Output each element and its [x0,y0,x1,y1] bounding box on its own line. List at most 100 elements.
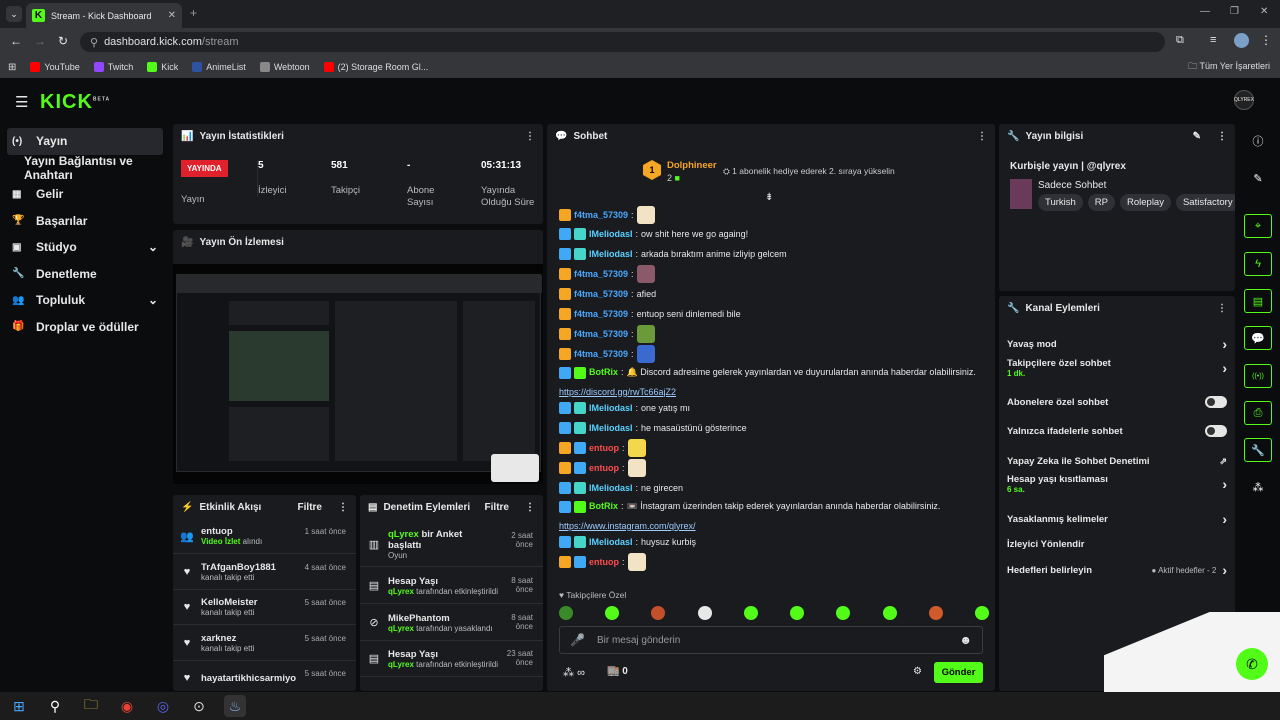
reload-icon[interactable]: ↻ [58,34,68,48]
toggle-switch[interactable] [1205,396,1227,408]
chat-message[interactable]: IMeliodasI: arkada bıraktım anime izliyip… [547,244,995,264]
info-menu-icon[interactable]: ⋮ [1217,131,1227,142]
support-chat-icon[interactable]: ✆ [1236,648,1268,680]
chat-username[interactable]: f4tma_57309 [574,309,628,319]
chat-message[interactable]: IMeliodasI: ow shit here we go againg! [547,224,995,244]
minimize-button[interactable]: — [1200,6,1210,17]
send-button[interactable]: Gönder [934,662,983,683]
obs-icon[interactable]: ⊙ [188,695,210,717]
moderation-item[interactable]: ▤ Hesap Yaşı qLyrex tarafından etkinleşti… [360,568,543,604]
bookmark-item[interactable]: (2) Storage Room Gl... [323,62,428,72]
wrench-icon[interactable]: 🔧 [1244,438,1272,462]
channel-action-row[interactable]: Yapay Zeka ile Sohbet Denetimi ⇗ [999,451,1235,471]
tag-pill[interactable]: RP [1087,194,1115,211]
chat-message[interactable]: IMeliodasI: one yatış mı [547,398,995,418]
chat-message[interactable]: entuop: [547,458,995,478]
steam-icon[interactable]: ♨ [224,695,246,717]
tag-pill[interactable]: Roleplay [1120,194,1171,211]
maximize-button[interactable]: ❐ [1230,6,1239,17]
chrome-icon[interactable]: ◉ [116,695,138,717]
quick-emote-icon[interactable] [790,606,805,620]
chat-message[interactable]: IMeliodasI: he masaüstünü gösterince [547,418,995,438]
chat-username[interactable]: f4tma_57309 [574,289,628,299]
activity-filter-button[interactable]: Filtre [298,502,322,513]
sidebar-item[interactable]: 👥 Topluluk ⌄ [0,287,170,314]
channel-action-row[interactable]: Yasaklanmış kelimeler › [999,509,1235,529]
sidebar-item[interactable]: ▣ Stüdyo ⌄ [0,234,170,261]
sidebar-item[interactable]: 🏆 Başarılar [0,208,170,235]
chat-message[interactable]: BotRix: 📼 İnstagram üzerinden takip edere… [547,498,995,532]
tab-close-icon[interactable]: ✕ [168,10,176,21]
bookmark-item[interactable]: Twitch [93,62,133,72]
profile-avatar[interactable] [1234,33,1249,48]
channel-action-row[interactable]: Hedefleri belirleyin ● Aktif hedefler - 2… [999,560,1235,580]
channel-action-row[interactable]: Hesap yaşı kısıtlaması 6 sa. › [999,474,1235,494]
doc-icon[interactable]: ▤ [1244,289,1272,313]
chat-username[interactable]: BotRix [589,367,618,377]
chat-username[interactable]: IMeliodasI [589,403,633,413]
chat-username[interactable]: IMeliodasI [589,249,633,259]
channel-action-row[interactable]: Yalnızca ifadelerle sohbet [999,421,1235,441]
bookmark-item[interactable]: YouTube [30,62,80,72]
chat-link[interactable]: https://discord.gg/rwTc66ajZ2 [559,387,995,397]
quick-emote-icon[interactable] [836,606,851,620]
stats-menu-icon[interactable]: ⋮ [525,131,535,142]
bookmark-item[interactable]: AnimeList [192,62,246,72]
chat-message[interactable]: BotRix: 🔔 Discord adresime gelerek yayınl… [547,364,995,398]
quick-emote-icon[interactable] [974,606,989,620]
chat-username[interactable]: IMeliodasI [589,537,633,547]
chat-message[interactable]: f4tma_57309: afied [547,284,995,304]
preview-video[interactable] [173,264,543,484]
chat-link[interactable]: https://www.instagram.com/qlyrex/ [559,521,995,531]
chat-menu-icon[interactable]: ⋮ [977,131,987,142]
channel-action-row[interactable]: Abonelere özel sohbet [999,392,1235,412]
kick-logo[interactable]: KICKBETA [40,91,110,114]
collapse-pinned-icon[interactable]: ⇟ [765,192,773,203]
edit-icon[interactable]: ✎ [1244,166,1272,190]
activity-item[interactable]: 👥 entuop Video İzlet alındı 1 saat önce [173,519,356,554]
activity-item[interactable]: ♥ xarknez kanalı takip etti 5 saat önce [173,626,356,661]
points-display[interactable]: ⁂ ∞ [563,666,585,679]
apps-icon[interactable]: ⊞ [8,62,16,73]
bookmark-item[interactable]: Kick [147,62,178,72]
channel-actions-menu-icon[interactable]: ⋮ [1217,303,1227,314]
microphone-icon[interactable]: 🎤 [570,633,585,647]
sidebar-item[interactable]: 🎁 Droplar ve ödüller [0,314,170,341]
activity-item[interactable]: ♥ KelloMeister kanalı takip etti 5 saat ön… [173,590,356,625]
chat-message[interactable]: f4tma_57309: [547,264,995,284]
scan-icon[interactable]: ⌖ [1244,214,1272,238]
new-tab-button[interactable]: + [190,6,197,20]
bookmark-item[interactable]: Webtoon [259,62,310,72]
forward-icon[interactable]: → [34,34,46,48]
close-window-button[interactable]: ✕ [1260,6,1268,17]
moderation-item[interactable]: ▤ Hesap Yaşı qLyrex tarafından etkinleşti… [360,641,543,677]
chat-message[interactable]: IMeliodasI: huysuz kurbiş [547,532,995,552]
sidebar-item[interactable]: 🔧 Denetleme [0,261,170,288]
chat-username[interactable]: entuop [589,443,619,453]
channel-action-row[interactable]: Takipçilere özel sohbet 1 dk. › [999,358,1235,378]
chat-username[interactable]: IMeliodasI [589,229,633,239]
quick-emote-icon[interactable] [697,606,712,620]
quick-emote-icon[interactable] [559,606,573,620]
reading-list-icon[interactable]: ≡ [1210,34,1216,46]
back-icon[interactable]: ← [10,34,22,48]
chat-username[interactable]: f4tma_57309 [574,329,628,339]
windows-icon[interactable]: ⊞ [8,695,30,717]
edit-icon[interactable]: ✎ [1193,131,1201,142]
printer-icon[interactable]: ⎙ [1244,401,1272,425]
chat-username[interactable]: f4tma_57309 [574,269,628,279]
search-icon[interactable]: ⚲ [44,695,66,717]
chat-message[interactable]: entuop: [547,438,995,458]
all-bookmarks[interactable]: 🗀 Tüm Yer İşaretleri [1188,59,1270,75]
emoji-icon[interactable]: ☻ [959,633,972,647]
sidebar-item[interactable]: Yayın Bağlantısı ve Anahtarı [0,154,170,182]
toggle-switch[interactable] [1205,425,1227,437]
chat-settings-icon[interactable]: ⚙ [913,666,922,677]
activity-item[interactable]: ♥ TrAfganBoy1881 kanalı takip etti 4 saat … [173,555,356,590]
quick-emote-icon[interactable] [743,606,758,620]
channel-action-row[interactable]: Yavaş mod › [999,334,1235,354]
activity-menu-icon[interactable]: ⋮ [338,502,348,513]
community-icon[interactable]: ⁂ [1244,475,1272,499]
message-input[interactable]: 🎤 Bir mesaj gönderin ☻ [559,626,983,654]
moderation-item[interactable]: ▥ qLyrex bir Anket başlattı Oyun 2 saat ön… [360,523,543,567]
